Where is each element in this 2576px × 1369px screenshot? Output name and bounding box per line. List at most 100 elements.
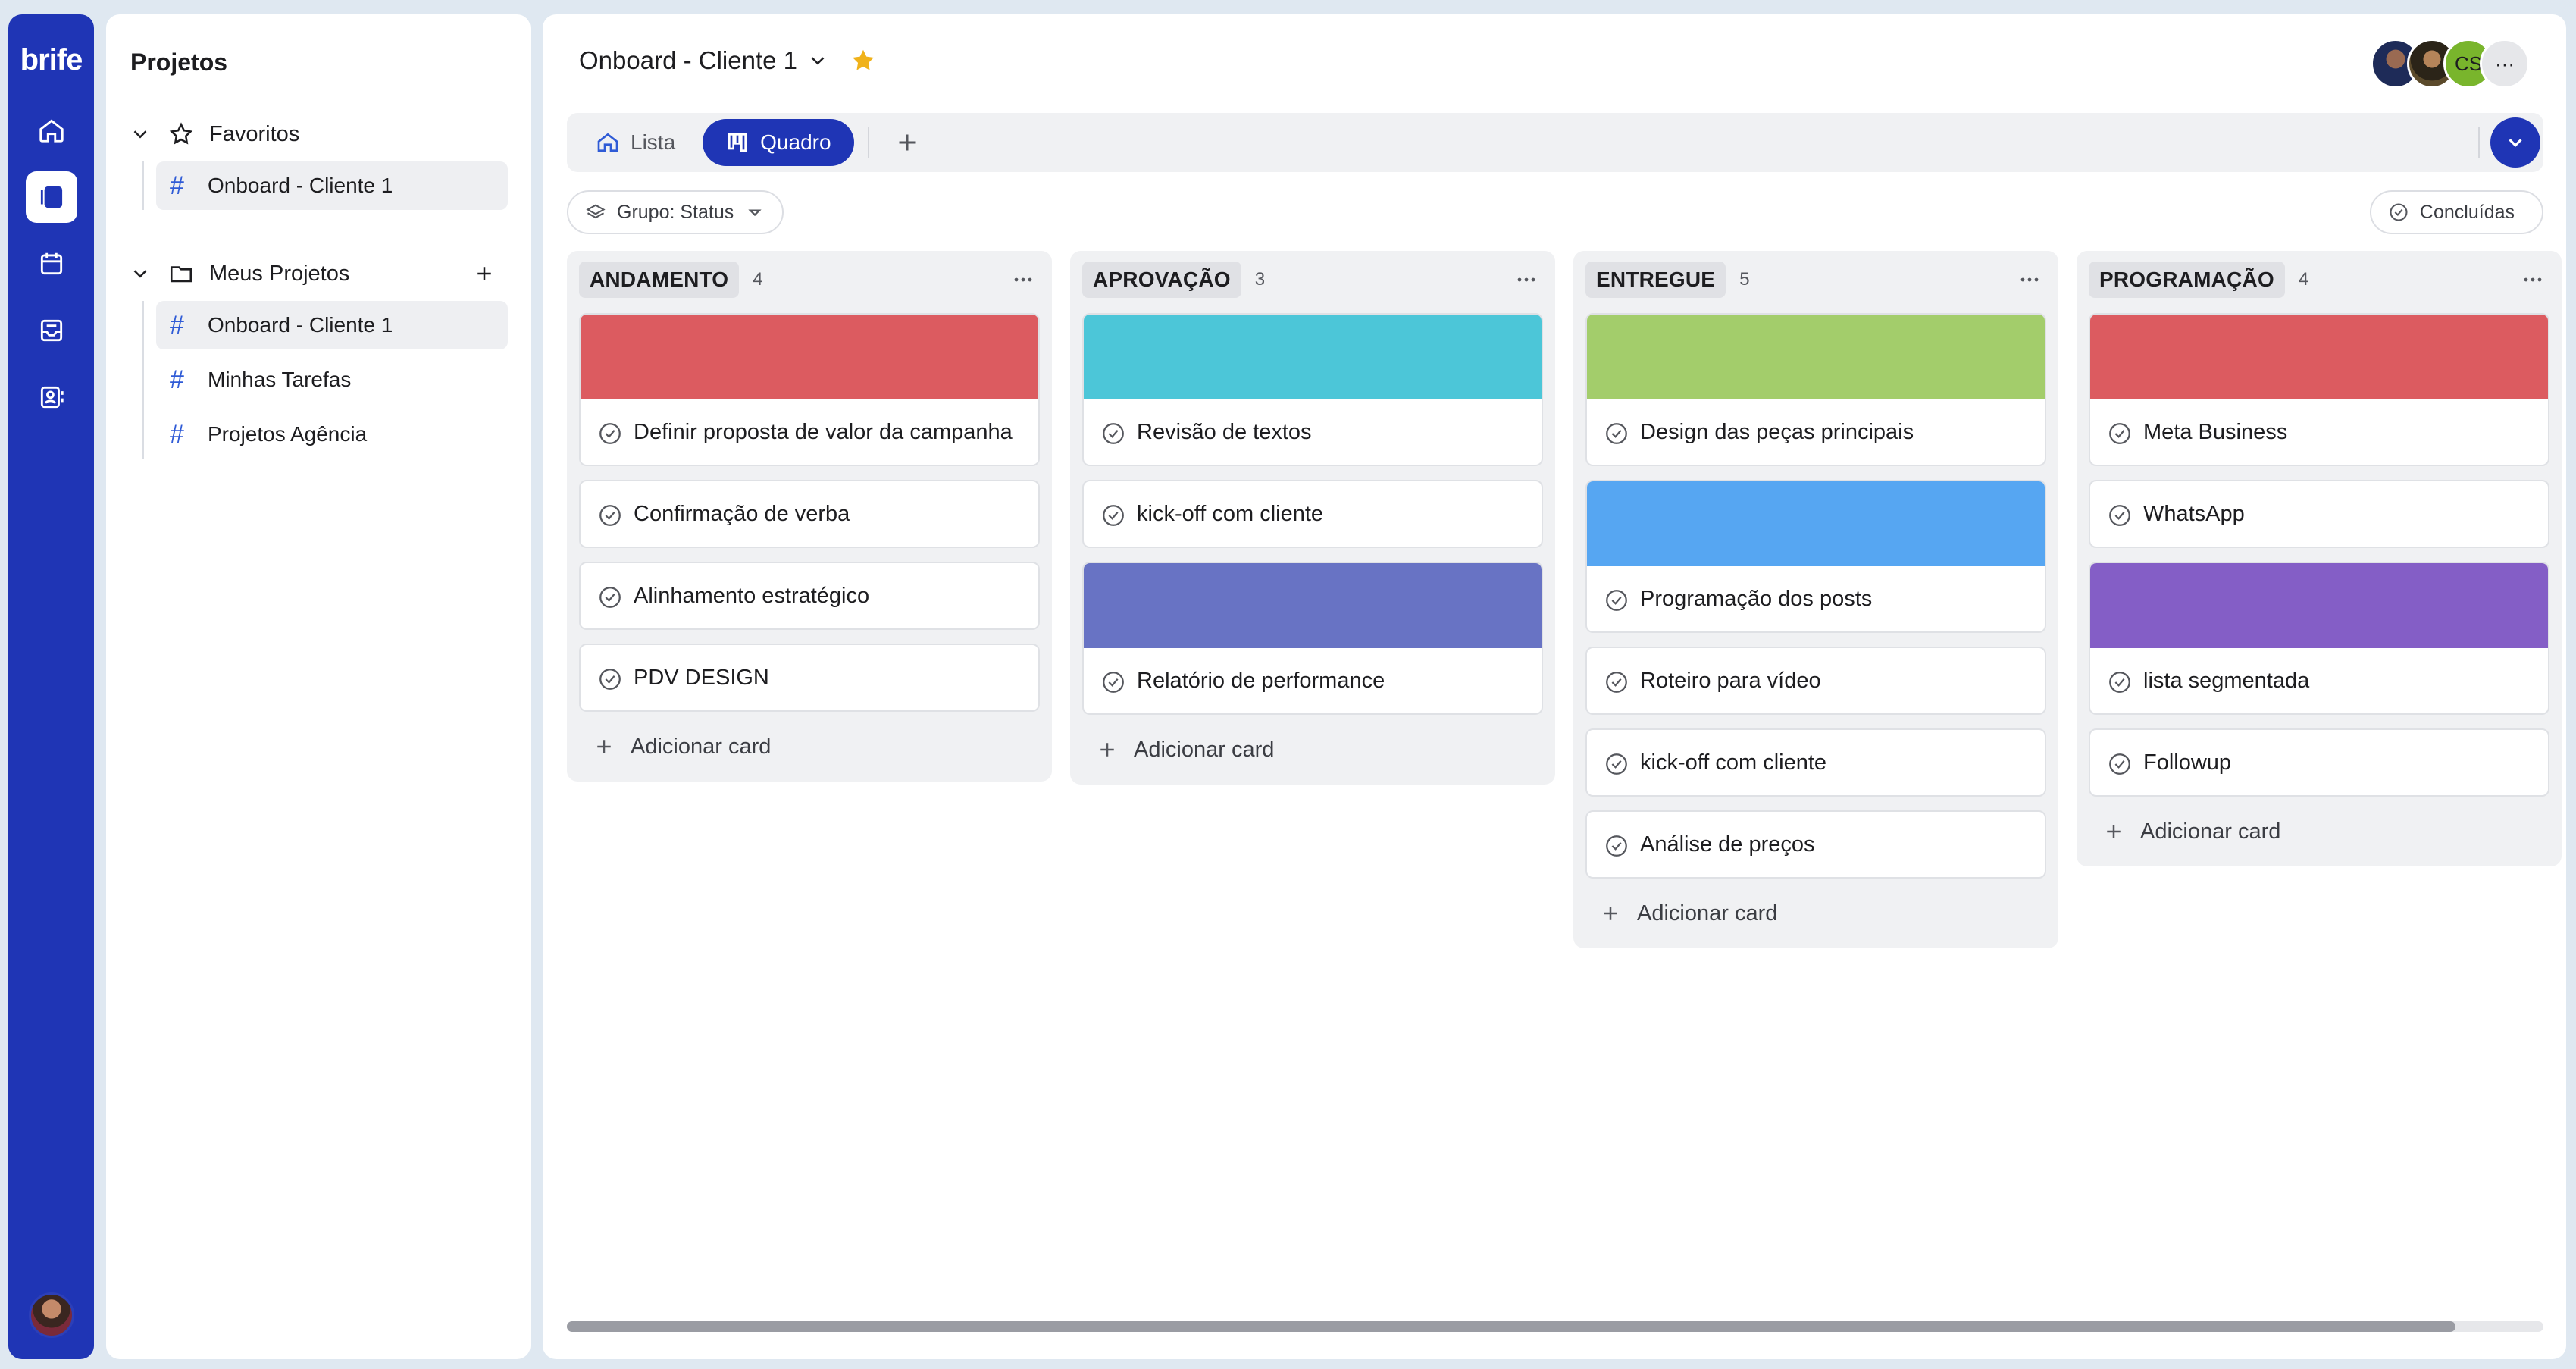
- card-title: Definir proposta de valor da campanha: [634, 420, 1013, 444]
- projects-panel: Projetos Favoritos # Onboard - Cliente 1…: [106, 14, 531, 1359]
- more-members-button[interactable]: ···: [2480, 39, 2530, 89]
- card-body: Design das peças principais: [1587, 399, 2045, 465]
- favorite-star-icon[interactable]: [849, 46, 878, 75]
- check-circle-icon[interactable]: [1604, 587, 1629, 613]
- chevron-down-icon[interactable]: [129, 262, 152, 285]
- task-card[interactable]: kick-off com cliente: [1585, 728, 2046, 797]
- column-count: 4: [2298, 269, 2309, 290]
- check-circle-icon[interactable]: [597, 503, 623, 528]
- more-options-icon[interactable]: [1513, 266, 1540, 293]
- task-card[interactable]: lista segmentada: [2089, 562, 2549, 715]
- check-circle-icon[interactable]: [2107, 751, 2133, 777]
- task-card[interactable]: Relatório de performance: [1082, 562, 1543, 715]
- card-cover: [2090, 563, 2548, 648]
- check-circle-icon[interactable]: [1100, 669, 1126, 695]
- members-avatars[interactable]: CS ···: [2371, 39, 2530, 89]
- task-card[interactable]: Definir proposta de valor da campanha: [579, 313, 1040, 466]
- task-card[interactable]: Confirmação de verba: [579, 480, 1040, 548]
- task-card[interactable]: Programação dos posts: [1585, 480, 2046, 633]
- my-projects-section-header[interactable]: Meus Projetos: [129, 252, 508, 295]
- task-card[interactable]: PDV DESIGN: [579, 644, 1040, 712]
- chevron-down-icon[interactable]: [129, 123, 152, 146]
- app-rail: brife: [8, 14, 94, 1359]
- folder-icon: [170, 266, 192, 283]
- project-item-onboard[interactable]: # Onboard - Cliente 1: [156, 301, 508, 349]
- column-title[interactable]: ANDAMENTO: [579, 262, 740, 298]
- check-circle-icon[interactable]: [2107, 503, 2133, 528]
- card-body: Confirmação de verba: [581, 481, 1038, 547]
- task-card[interactable]: Análise de preços: [1585, 810, 2046, 879]
- divider: [867, 127, 869, 158]
- task-card[interactable]: Meta Business: [2089, 313, 2549, 466]
- board-title[interactable]: Onboard - Cliente 1: [579, 46, 797, 75]
- my-projects-list: # Onboard - Cliente 1 # Minhas Tarefas #…: [142, 301, 508, 459]
- chevron-down-icon[interactable]: [806, 49, 829, 72]
- filter-bar: Grupo: Status Concluídas: [567, 190, 2543, 234]
- column-title[interactable]: ENTREGUE: [1585, 262, 1726, 298]
- column-title[interactable]: APROVAÇÃO: [1082, 262, 1241, 298]
- main-panel: Onboard - Cliente 1 CS ··· Lista Quadro …: [543, 14, 2566, 1359]
- collapse-header-button[interactable]: [2490, 117, 2540, 168]
- project-item-projetos-agencia[interactable]: # Projetos Agência: [156, 410, 508, 459]
- card-cover: [2090, 315, 2548, 399]
- check-circle-icon[interactable]: [2107, 669, 2133, 695]
- add-card-button[interactable]: Adicionar card: [2089, 797, 2549, 866]
- check-circle-icon[interactable]: [1604, 421, 1629, 446]
- scrollbar-thumb[interactable]: [567, 1321, 2455, 1332]
- board-nav-button[interactable]: [25, 171, 77, 223]
- card-cover: [581, 315, 1038, 399]
- add-card-label: Adicionar card: [631, 734, 772, 759]
- calendar-nav-button[interactable]: [26, 238, 77, 290]
- add-project-button[interactable]: [473, 262, 496, 285]
- more-options-icon[interactable]: [1009, 266, 1037, 293]
- card-cover: [1587, 315, 2045, 399]
- horizontal-scrollbar[interactable]: [567, 1321, 2543, 1332]
- inbox-nav-button[interactable]: [26, 305, 77, 356]
- card-title: Roteiro para vídeo: [1640, 669, 1821, 693]
- more-options-icon[interactable]: [2519, 266, 2546, 293]
- favorite-item-onboard[interactable]: # Onboard - Cliente 1: [156, 161, 508, 210]
- check-circle-icon[interactable]: [597, 584, 623, 610]
- check-circle-icon[interactable]: [1604, 751, 1629, 777]
- task-card[interactable]: kick-off com cliente: [1082, 480, 1543, 548]
- project-item-minhas-tarefas[interactable]: # Minhas Tarefas: [156, 356, 508, 404]
- column-title[interactable]: PROGRAMAÇÃO: [2089, 262, 2285, 298]
- card-title: Meta Business: [2143, 420, 2288, 444]
- column-count: 5: [1739, 269, 1750, 290]
- show-completed-toggle[interactable]: Concluídas: [2369, 190, 2543, 234]
- check-circle-icon[interactable]: [597, 421, 623, 446]
- favorites-section-header[interactable]: Favoritos: [129, 113, 508, 155]
- task-card[interactable]: Followup: [2089, 728, 2549, 797]
- contacts-nav-button[interactable]: [26, 371, 77, 423]
- home-icon: [597, 133, 618, 152]
- card-body: Meta Business: [2090, 399, 2548, 465]
- check-circle-icon[interactable]: [1100, 421, 1126, 446]
- add-card-button[interactable]: Adicionar card: [1585, 879, 2046, 948]
- card-body: Alinhamento estratégico: [581, 563, 1038, 628]
- check-circle-icon[interactable]: [1604, 669, 1629, 695]
- card-cover: [1587, 481, 2045, 566]
- tab-lista[interactable]: Lista: [573, 119, 698, 166]
- task-card[interactable]: Alinhamento estratégico: [579, 562, 1040, 630]
- home-nav-button[interactable]: [26, 105, 77, 156]
- group-by-dropdown[interactable]: Grupo: Status: [567, 190, 784, 234]
- check-circle-icon[interactable]: [1604, 833, 1629, 859]
- tab-quadro[interactable]: Quadro: [703, 119, 854, 166]
- task-card[interactable]: Revisão de textos: [1082, 313, 1543, 466]
- card-title: Design das peças principais: [1640, 420, 1914, 444]
- check-circle-icon[interactable]: [1100, 503, 1126, 528]
- add-view-button[interactable]: [894, 129, 921, 156]
- task-card[interactable]: WhatsApp: [2089, 480, 2549, 548]
- task-card[interactable]: Design das peças principais: [1585, 313, 2046, 466]
- more-options-icon[interactable]: [2016, 266, 2043, 293]
- add-card-button[interactable]: Adicionar card: [579, 712, 1040, 782]
- add-card-button[interactable]: Adicionar card: [1082, 715, 1543, 785]
- check-circle-icon[interactable]: [597, 666, 623, 692]
- add-card-label: Adicionar card: [1637, 901, 1778, 926]
- task-card[interactable]: Roteiro para vídeo: [1585, 647, 2046, 715]
- plus-icon: [1100, 743, 1114, 757]
- check-circle-icon[interactable]: [2107, 421, 2133, 446]
- user-avatar[interactable]: [28, 1292, 74, 1338]
- card-title: kick-off com cliente: [1640, 750, 1827, 775]
- brand-logo[interactable]: brife: [20, 43, 83, 77]
